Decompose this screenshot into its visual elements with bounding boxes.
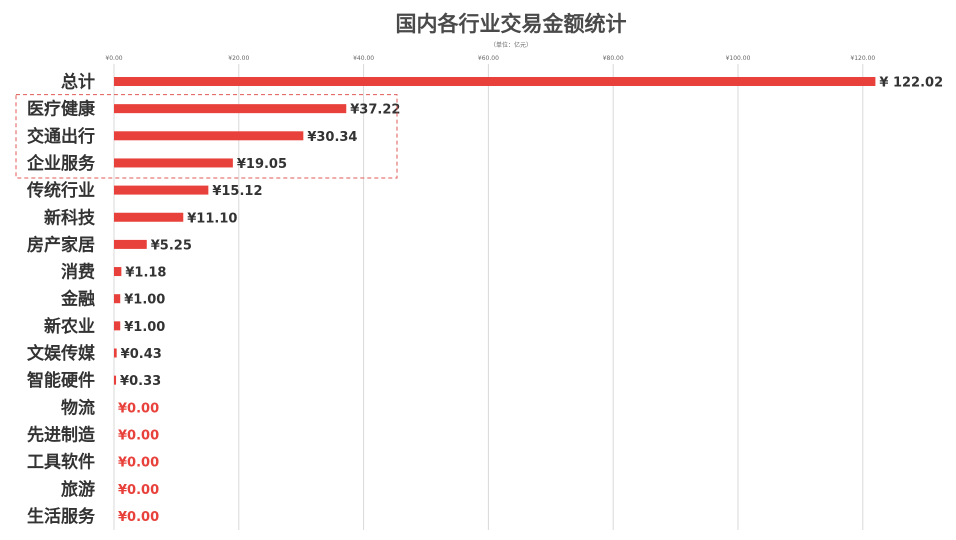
unit-note: （单位：亿元） bbox=[490, 41, 532, 49]
value-label: ¥1.00 bbox=[124, 293, 165, 308]
bar bbox=[114, 375, 117, 385]
category-label: 生活服务 bbox=[27, 506, 96, 527]
bar bbox=[114, 348, 117, 358]
category-label: 总计 bbox=[61, 72, 95, 93]
value-label: ¥11.10 bbox=[187, 211, 237, 226]
x-tick-label: ¥120.00 bbox=[850, 55, 875, 62]
value-label: ¥37.22 bbox=[350, 103, 400, 118]
chart-title: 国内各行业交易金额统计 bbox=[396, 12, 627, 36]
bar bbox=[114, 158, 233, 168]
category-label: 传统行业 bbox=[26, 180, 95, 201]
bar bbox=[114, 321, 121, 331]
value-label: ¥0.00 bbox=[118, 510, 159, 525]
category-label: 工具软件 bbox=[27, 452, 95, 473]
bar-chart: 国内各行业交易金额统计 （单位：亿元） ¥0.00 ¥20.00 ¥40.00 ¥60… bbox=[15, 12, 943, 530]
bar bbox=[114, 185, 209, 195]
category-label: 新科技 bbox=[44, 207, 96, 228]
bar bbox=[114, 77, 876, 86]
category-label: 先进制造 bbox=[27, 424, 96, 445]
value-label: ¥15.12 bbox=[212, 184, 262, 199]
category-label: 智能硬件 bbox=[27, 370, 95, 391]
category-labels: 总计医疗健康交通出行企业服务传统行业新科技房产家居消费金融新农业文娱传媒智能硬件… bbox=[26, 72, 96, 527]
value-label: ¥19.05 bbox=[237, 157, 287, 172]
value-label: ¥0.43 bbox=[121, 347, 162, 362]
bar bbox=[114, 212, 184, 222]
x-tick-label: ¥0.00 bbox=[105, 55, 122, 62]
value-label: ¥5.25 bbox=[151, 238, 192, 253]
value-label: ¥0.33 bbox=[120, 374, 161, 389]
value-label: ¥1.00 bbox=[124, 320, 165, 335]
x-tick-label: ¥40.00 bbox=[353, 55, 374, 62]
value-label: ¥30.34 bbox=[307, 130, 357, 145]
value-label: ¥ 122.02 bbox=[879, 76, 943, 91]
x-tick-label: ¥20.00 bbox=[228, 55, 249, 62]
x-tick-label: ¥60.00 bbox=[478, 55, 499, 62]
category-label: 旅游 bbox=[61, 479, 95, 500]
category-label: 企业服务 bbox=[26, 153, 96, 174]
category-label: 新农业 bbox=[44, 316, 95, 337]
bars bbox=[114, 77, 876, 385]
value-label: ¥0.00 bbox=[118, 483, 159, 498]
value-label: ¥1.18 bbox=[125, 266, 166, 281]
bar bbox=[114, 131, 304, 141]
bar bbox=[114, 239, 147, 249]
bar bbox=[114, 294, 121, 304]
category-label: 金融 bbox=[60, 289, 95, 310]
category-label: 医疗健康 bbox=[27, 99, 96, 120]
x-axis-ticks: ¥0.00 ¥20.00 ¥40.00 ¥60.00 ¥80.00 ¥100.00 ¥120… bbox=[105, 55, 875, 62]
category-label: 文娱传媒 bbox=[27, 343, 96, 364]
bar bbox=[114, 104, 347, 114]
category-label: 消费 bbox=[61, 262, 95, 283]
category-label: 交通出行 bbox=[27, 126, 95, 147]
value-label: ¥0.00 bbox=[118, 456, 159, 471]
category-label: 物流 bbox=[61, 397, 95, 418]
value-label: ¥0.00 bbox=[118, 428, 159, 443]
value-label: ¥0.00 bbox=[118, 401, 159, 416]
x-tick-label: ¥80.00 bbox=[603, 55, 624, 62]
category-label: 房产家居 bbox=[27, 234, 95, 255]
bar bbox=[114, 267, 122, 277]
x-tick-label: ¥100.00 bbox=[726, 55, 751, 62]
value-labels: ¥ 122.02 ¥37.22 ¥30.34 ¥19.05 ¥15.12 ¥11.10 ¥5… bbox=[118, 76, 943, 525]
